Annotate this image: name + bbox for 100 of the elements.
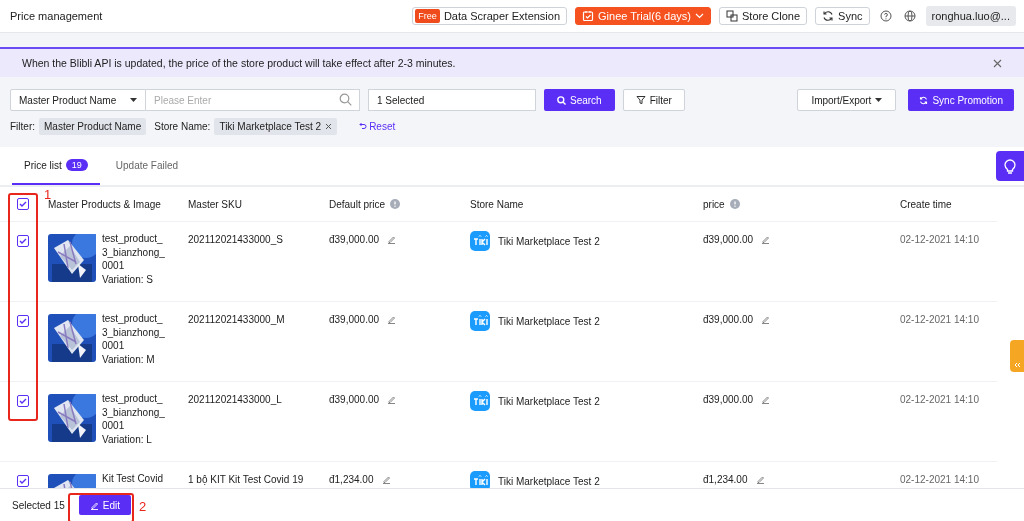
annotation-frame	[68, 493, 134, 521]
field-select[interactable]: Master Product Name	[10, 89, 146, 111]
close-icon[interactable]	[325, 122, 333, 130]
default-price-cell: đ1,234.00	[329, 474, 374, 485]
edit-button[interactable]: Edit	[78, 495, 132, 515]
calendar-icon	[582, 10, 595, 22]
column-header: price	[703, 198, 900, 210]
store-name-cell: Tiki Marketplace Test 2	[498, 235, 600, 247]
create-time-cell-text: 02-12-2021 14:10	[900, 234, 980, 245]
create-time-cell-text: 02-12-2021 14:10	[900, 314, 980, 325]
column-header: Master SKU	[188, 198, 243, 210]
store-logo-icon	[470, 391, 490, 411]
create-time-cell-text: 02-12-2021 14:10	[900, 394, 980, 405]
search-button[interactable]: Search	[544, 89, 615, 111]
globe-icon[interactable]	[903, 10, 916, 22]
price-cell: đ1,234.00	[703, 474, 748, 485]
store-clone-label: Store Clone	[742, 10, 801, 22]
product-name: Kit Test Covid	[102, 472, 163, 486]
search-icon	[339, 93, 352, 106]
help-icon[interactable]	[879, 10, 892, 22]
row-checkbox[interactable]	[17, 315, 29, 327]
sync-button[interactable]: Sync	[815, 7, 870, 25]
default-price-cell: đ39,000.00	[329, 234, 380, 245]
select-all-checkbox[interactable]	[17, 198, 29, 210]
import-export-button[interactable]: Import/Export	[797, 89, 897, 111]
edit-icon[interactable]	[755, 475, 765, 484]
variation-text: Variation: S	[102, 272, 154, 286]
store-name-cell: Tiki Marketplace Test 2	[498, 395, 600, 407]
side-tab[interactable]	[1010, 340, 1024, 372]
filter-label: Filter:	[10, 120, 35, 132]
sync-label: Sync	[838, 10, 863, 22]
chip-prefix: Store Name:	[154, 120, 211, 132]
annotation-number: 2	[139, 499, 147, 514]
edit-icon[interactable]	[761, 235, 771, 244]
default-price-cell: đ39,000.00	[329, 314, 380, 325]
tab[interactable]: Update Failed	[103, 147, 191, 185]
sku-cell-text: 202112021433000_L	[188, 394, 283, 405]
trial-label: Ginee Trial(6 days)	[598, 10, 691, 22]
store-logo-icon	[470, 231, 490, 251]
edit-icon[interactable]	[387, 395, 397, 404]
lightbulb-icon	[1004, 158, 1016, 174]
edit-icon[interactable]	[387, 235, 397, 244]
account-menu[interactable]: ronghua.luo@...	[925, 6, 1016, 26]
store-name-cell: Tiki Marketplace Test 2	[498, 475, 600, 487]
chip-label: Tiki Marketplace Test 2	[219, 120, 322, 132]
store-clone-button[interactable]: Store Clone	[719, 7, 808, 25]
price-cell: đ39,000.00	[703, 234, 754, 245]
edit-icon[interactable]	[761, 315, 771, 324]
product-name: test_product_ 3_bianzhong_ 0001	[102, 232, 165, 273]
column-header: Store Name	[470, 198, 525, 210]
close-icon[interactable]	[993, 58, 1002, 68]
column-header: Default price	[329, 198, 470, 210]
selected-count: Selected 15	[12, 499, 65, 511]
create-time-cell-text: 02-12-2021 14:10	[900, 474, 980, 485]
column-header: Master Products & Image	[48, 198, 162, 210]
extension-label: Data Scraper Extension	[443, 10, 561, 22]
product-name: test_product_ 3_bianzhong_ 0001	[102, 392, 165, 433]
variation-text: Variation: L	[102, 432, 153, 446]
copy-icon	[726, 10, 738, 22]
price-cell: đ39,000.00	[703, 314, 754, 325]
notice-text: When the Blibli API is updated, the price of the store product will take effect after 2-3 minutes.	[22, 57, 456, 69]
sku-cell-text: 202112021433000_M	[188, 314, 286, 325]
filter-icon	[635, 95, 646, 105]
store-select[interactable]: 1 Selected	[368, 89, 536, 111]
chevron-down-icon	[695, 13, 704, 19]
store-name-cell: Tiki Marketplace Test 2	[498, 315, 600, 327]
info-icon	[390, 199, 401, 209]
row-checkbox[interactable]	[17, 475, 29, 487]
count-badge: 19	[65, 159, 88, 171]
sku-cell-text: 1 bộ KIT Kit Test Covid 19	[188, 474, 305, 485]
product-name: test_product_ 3_bianzhong_ 0001	[102, 312, 165, 353]
caret-icon	[130, 98, 137, 102]
search-icon	[557, 95, 566, 105]
row-checkbox[interactable]	[17, 395, 29, 407]
chevrons-left-icon	[1013, 362, 1021, 368]
edit-icon[interactable]	[387, 315, 397, 324]
caret-icon	[875, 98, 883, 102]
tab[interactable]: Price list 19	[12, 147, 100, 185]
store-logo-icon	[470, 471, 490, 488]
sync-promotion-button[interactable]: Sync Promotion	[908, 89, 1014, 111]
store-logo-icon	[470, 311, 490, 331]
column-header: Create time	[900, 198, 953, 210]
default-price-cell: đ39,000.00	[329, 394, 380, 405]
free-badge: Free	[415, 9, 440, 23]
sku-cell-text: 202112021433000_S	[188, 234, 284, 245]
page-title: Price management	[10, 10, 103, 22]
chip-label: Master Product Name	[44, 120, 142, 132]
price-cell: đ39,000.00	[703, 394, 754, 405]
edit-icon[interactable]	[381, 475, 391, 484]
filter-button[interactable]: Filter	[622, 89, 685, 111]
refresh-icon	[919, 95, 929, 105]
tips-button[interactable]	[996, 151, 1024, 181]
variation-text: Variation: M	[102, 352, 156, 366]
reset-link[interactable]: Reset	[359, 120, 396, 132]
refresh-icon	[822, 10, 835, 22]
row-checkbox[interactable]	[17, 235, 29, 247]
undo-icon	[359, 122, 368, 130]
search-field[interactable]: Please Enter	[146, 89, 360, 111]
edit-icon[interactable]	[761, 395, 771, 404]
extension-button[interactable]: Free Data Scraper Extension	[412, 7, 568, 25]
